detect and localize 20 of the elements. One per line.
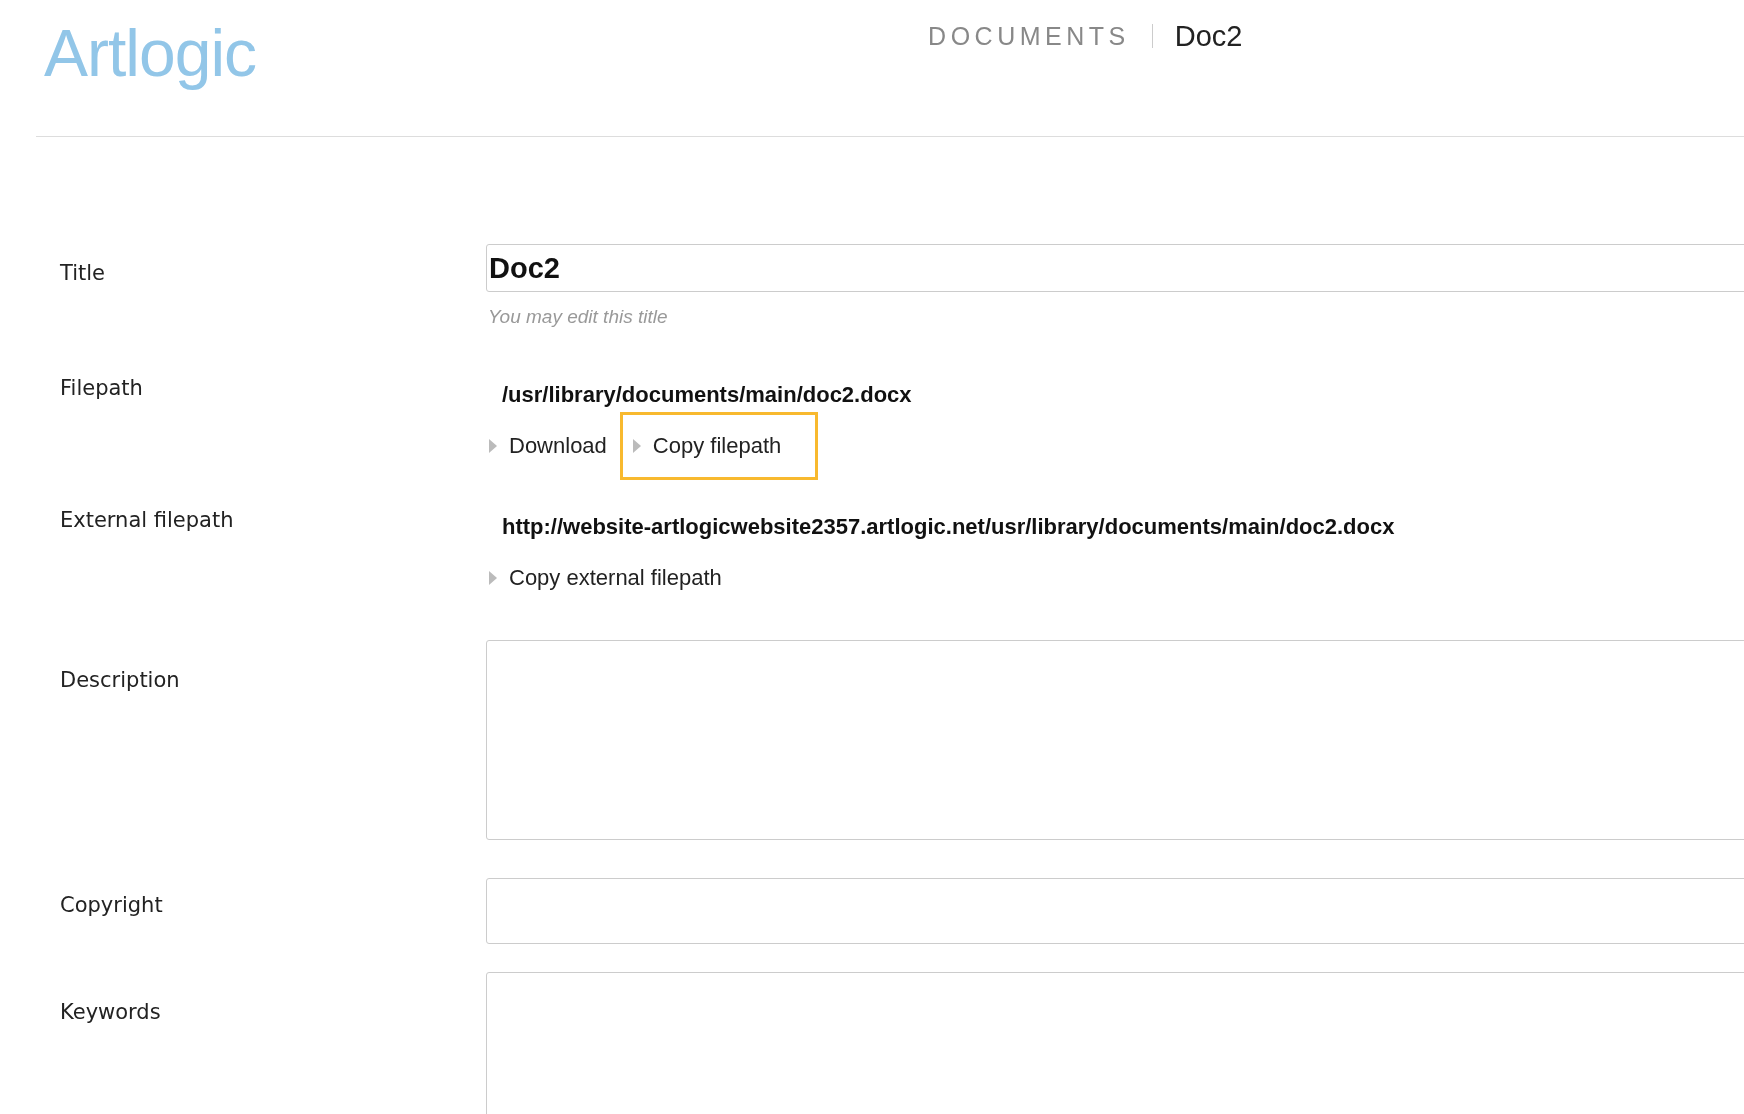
action-link[interactable]: Download [483,412,620,480]
action-link[interactable]: Copy external filepath [483,544,735,612]
field-label: Description [59,667,181,694]
breadcrumb-current: Doc2 [1174,19,1243,53]
field-label: Title [59,260,106,287]
title-field[interactable]: Doc2 [486,244,1744,292]
action-link[interactable]: Copy filepath [619,412,819,480]
field-label: Copyright [59,892,164,919]
field-label: External filepath [59,507,235,534]
triangle-icon [489,571,497,585]
field-label: Keywords [59,999,162,1026]
breadcrumb-link[interactable]: DOCUMENTS [928,21,1130,51]
filepath-text: /usr/library/documents/main/doc2.docx [502,382,913,408]
filepath-text: http://website-artlogicwebsite2357.artlogic.net/usr/library/documents/main/doc2.docx [502,514,1396,540]
triangle-icon [632,439,641,453]
hint-text: You may edit this title [488,306,669,328]
triangle-icon [489,439,497,453]
field-label: Filepath [59,375,144,402]
input-field[interactable] [486,878,1744,944]
text-area[interactable] [486,640,1744,840]
